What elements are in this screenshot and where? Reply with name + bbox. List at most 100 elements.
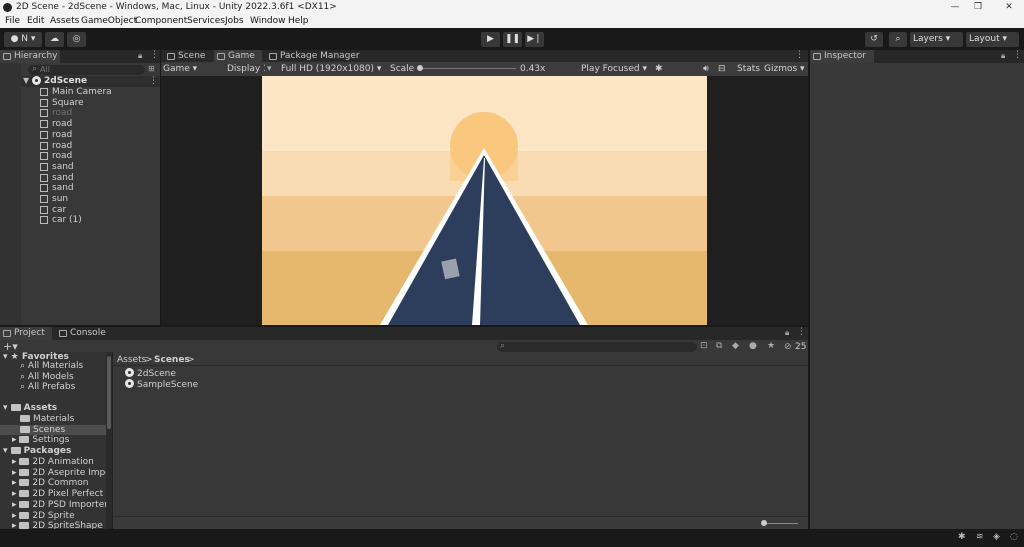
resolution-dropdown[interactable]: Full HD (1920x1080) — [281, 64, 385, 74]
scene-file-item[interactable]: SampleScene — [125, 379, 198, 390]
layout-dropdown[interactable]: Layout — [966, 32, 1019, 47]
step-button[interactable]: ▶❘ — [525, 32, 544, 47]
assets-header[interactable]: ▾ Assets — [3, 403, 57, 413]
scale-slider-handle[interactable] — [417, 65, 423, 71]
package-item[interactable]: ▸ 2D Aseprite Importer — [12, 468, 106, 478]
mute-icon[interactable]: ⊟ — [718, 64, 726, 74]
hierarchy-item[interactable]: road — [40, 108, 72, 118]
breadcrumb-scenes[interactable]: Scenes — [154, 355, 190, 365]
package-item[interactable]: ▸ 2D PSD Importer — [12, 500, 106, 510]
hierarchy-item[interactable]: sand — [40, 173, 74, 183]
search-by-type-icon[interactable]: ⊡ — [700, 341, 708, 351]
package-item[interactable]: ▸ 2D Animation — [12, 457, 94, 467]
scene-kebab-icon[interactable]: ⋮ — [149, 76, 158, 86]
package-item[interactable]: ▸ 2D Sprite — [12, 511, 75, 521]
favorite-item[interactable]: ⌕ All Prefabs — [20, 382, 75, 392]
kebab-menu-icon[interactable]: ⋮ — [150, 50, 159, 60]
hidden-packages-icon[interactable]: ⊘ — [784, 342, 792, 352]
cache-icon[interactable]: ◈ — [993, 532, 1000, 542]
search-by-label-icon[interactable]: ⧉ — [716, 341, 722, 351]
maximize-button[interactable]: ❐ — [970, 1, 986, 14]
menu-assets[interactable]: Assets — [50, 16, 79, 26]
package-item[interactable]: ▸ 2D SpriteShape — [12, 521, 103, 529]
hierarchy-item[interactable]: road — [40, 141, 72, 151]
tab-inspector[interactable]: Inspector — [810, 50, 874, 63]
inspector-kebab-icon[interactable]: ⋮ — [1013, 50, 1022, 60]
history-icon[interactable]: ↺ — [865, 32, 883, 47]
close-button[interactable]: ✕ — [1001, 1, 1017, 14]
menu-help[interactable]: Help — [288, 16, 309, 26]
game-canvas[interactable] — [262, 76, 707, 325]
scene-row[interactable]: ▼ 2dScene ⋮ — [0, 76, 160, 87]
expand-arrow-icon[interactable]: ▼ — [23, 76, 29, 85]
play-button[interactable]: ▶ — [481, 32, 500, 47]
layers-status-icon[interactable]: ≋ — [976, 532, 984, 542]
main-toolbar: ● N ▾ ☁ ◎ ▶ ❚❚ ▶❘ ↺ ⌕ Layers Layout — [0, 28, 1024, 50]
layers-dropdown[interactable]: Layers — [910, 32, 963, 47]
asset-folder-item[interactable]: ▸ Settings — [12, 435, 69, 445]
packages-header[interactable]: ▾ Packages — [3, 446, 71, 456]
game-mode-dropdown[interactable]: Game — [163, 64, 221, 74]
hierarchy-search-input[interactable]: ⌕ All — [28, 64, 145, 75]
title-bar: 2D Scene - 2dScene - Windows, Mac, Linux… — [0, 0, 1024, 15]
pause-button[interactable]: ❚❚ — [503, 32, 522, 47]
collab-icon[interactable]: ◎ — [67, 32, 86, 47]
tag-icon[interactable]: ◆ — [732, 341, 739, 351]
hierarchy-item[interactable]: car (1) — [40, 215, 82, 225]
stats-button[interactable]: Stats — [737, 64, 760, 74]
filter-icon[interactable]: ⊞ — [148, 64, 155, 73]
audio-icon[interactable]: 🔊︎ — [703, 64, 709, 74]
lock-icon[interactable]: 🔒︎ — [138, 51, 142, 61]
hierarchy-item[interactable]: road — [40, 119, 72, 129]
center-kebab-icon[interactable]: ⋮ — [795, 50, 804, 60]
menu-file[interactable]: File — [5, 16, 20, 26]
menu-component[interactable]: Component — [135, 16, 187, 26]
hierarchy-item[interactable]: Main Camera — [40, 87, 112, 97]
tree-scrollbar-thumb[interactable] — [107, 356, 111, 429]
favorite-item[interactable]: ⌕ All Models — [20, 372, 74, 382]
gizmos-dropdown[interactable]: Gizmos — [764, 64, 805, 74]
asset-folder-item[interactable]: Scenes — [0, 424, 106, 435]
menu-window[interactable]: Window — [250, 16, 286, 26]
scale-slider[interactable] — [417, 65, 516, 71]
account-button[interactable]: ● N ▾ — [4, 32, 42, 47]
icon-size-slider[interactable] — [761, 520, 798, 526]
menu-jobs[interactable]: Jobs — [225, 16, 244, 26]
menu-edit[interactable]: Edit — [27, 16, 44, 26]
breadcrumb-assets[interactable]: Assets — [117, 355, 146, 365]
hierarchy-item[interactable]: sand — [40, 162, 74, 172]
progress-icon[interactable]: ◌ — [1010, 532, 1018, 542]
inspector-lock-icon[interactable]: 🔒︎ — [1001, 51, 1005, 61]
favorite-item[interactable]: ⌕ All Materials — [20, 361, 83, 371]
breadcrumb-separator-icon: > — [187, 355, 195, 365]
hierarchy-item[interactable]: sand — [40, 183, 74, 193]
bug-icon[interactable]: ✱ — [958, 532, 966, 542]
hierarchy-item[interactable]: sun — [40, 194, 68, 204]
hierarchy-item[interactable]: road — [40, 130, 72, 140]
hierarchy-item[interactable]: car — [40, 205, 66, 215]
menu-gameobject[interactable]: GameObject — [81, 16, 137, 26]
package-item[interactable]: ▸ 2D Common — [12, 478, 88, 488]
hierarchy-item[interactable]: road — [40, 151, 72, 161]
package-item[interactable]: ▸ 2D Pixel Perfect — [12, 489, 103, 499]
hierarchy-item[interactable]: Square — [40, 98, 84, 108]
scene-file-item[interactable]: 2dScene — [125, 368, 176, 379]
minimize-button[interactable]: — — [947, 1, 963, 14]
tab-hierarchy[interactable]: Hierarchy — [0, 50, 60, 63]
project-search-input[interactable]: ⌕ — [497, 341, 697, 352]
project-lock-icon[interactable]: 🔒︎ — [785, 328, 789, 338]
tab-console[interactable]: Console — [56, 327, 108, 340]
asset-folder-item[interactable]: Materials — [20, 414, 74, 424]
display-dropdown[interactable]: Display 1 — [227, 64, 265, 74]
search-icon[interactable]: ⌕ — [889, 32, 907, 47]
game-view[interactable] — [161, 76, 808, 325]
project-kebab-icon[interactable]: ⋮ — [797, 327, 806, 337]
icon-size-slider-handle[interactable] — [761, 520, 767, 526]
tab-project[interactable]: Project — [0, 327, 52, 340]
play-focused-dropdown[interactable]: Play Focused — [581, 64, 647, 74]
menu-services[interactable]: Services — [187, 16, 225, 26]
star-icon[interactable]: ★ — [767, 341, 775, 351]
cloud-icon[interactable]: ☁ — [45, 32, 64, 47]
bug-icon[interactable]: ✱ — [655, 64, 663, 74]
info-circle-icon[interactable]: ● — [749, 341, 757, 351]
